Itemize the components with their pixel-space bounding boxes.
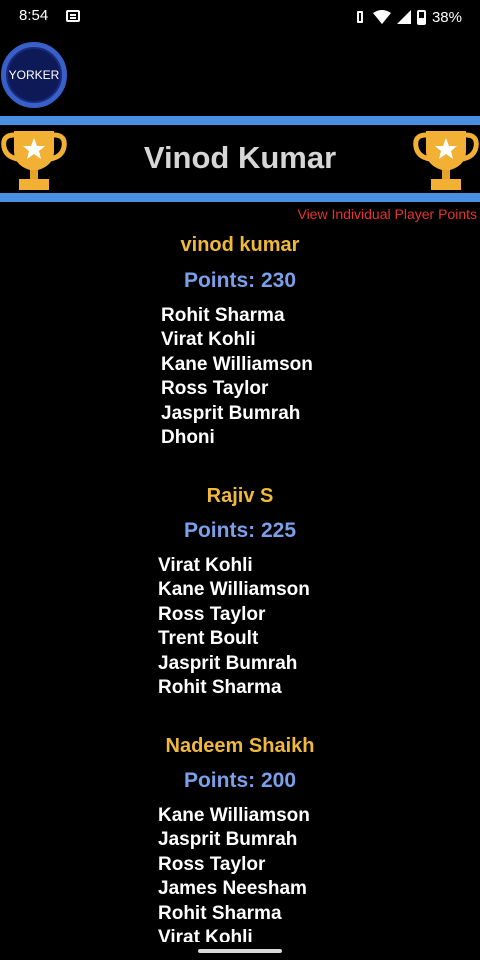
banner-stripe-bottom <box>0 193 480 202</box>
player-name: Kane Williamson <box>161 353 313 375</box>
battery-percent: 38% <box>431 8 462 26</box>
view-individual-points-link[interactable]: View Individual Player Points <box>297 206 477 222</box>
banner-stripe-top <box>0 116 480 125</box>
header-banner: Vinod Kumar <box>0 116 480 202</box>
player-list: Kane Williamson Jasprit Bumrah Ross Tayl… <box>158 804 310 942</box>
signal-icon <box>396 10 411 24</box>
points-value: 225 <box>260 519 297 542</box>
player-name: Virat Kohli <box>158 926 253 942</box>
wifi-icon <box>372 10 391 24</box>
player-name: James Neesham <box>158 878 307 900</box>
team-owner-name: vinod kumar <box>180 234 300 256</box>
player-name: Kane Williamson <box>158 805 310 826</box>
points-prefix: Points: <box>183 519 261 542</box>
player-name: Rohit Sharma <box>158 676 282 698</box>
status-time: 8:54 <box>19 7 49 24</box>
points-label: Points: 225 <box>0 519 480 543</box>
team-owner-name: Rajiv S <box>206 485 274 507</box>
trophy-icon <box>413 131 479 190</box>
player-name: Virat Kohli <box>161 329 256 351</box>
points-prefix: Points: <box>183 269 261 292</box>
player-name: Dhoni <box>161 426 215 448</box>
player-name: Trent Boult <box>158 628 259 650</box>
player-name: Rohit Sharma <box>161 305 285 326</box>
battery-icon <box>416 9 426 25</box>
player-name: Jasprit Bumrah <box>161 402 301 424</box>
player-name: Rohit Sharma <box>158 902 282 924</box>
player-name: Virat Kohli <box>158 555 253 576</box>
vibrate-icon <box>353 10 367 24</box>
status-icons: 38% <box>353 7 462 27</box>
points-label: Points: 230 <box>0 269 480 293</box>
player-name: Kane Williamson <box>158 579 310 601</box>
points-label: Points: 200 <box>0 769 480 793</box>
player-list: Virat Kohli Kane Williamson Ross Taylor … <box>158 554 310 700</box>
logo-text: YORKER <box>8 68 60 82</box>
points-value: 200 <box>260 769 297 792</box>
page-title: Vinod Kumar <box>143 140 337 175</box>
team-owner-name: Nadeem Shaikh <box>165 735 315 757</box>
points-prefix: Points: <box>183 769 261 792</box>
app-logo[interactable]: YORKER <box>1 42 67 108</box>
player-name: Jasprit Bumrah <box>158 829 298 851</box>
player-name: Ross Taylor <box>158 853 266 875</box>
notification-icon <box>66 10 80 22</box>
leaderboard-list[interactable]: vinod kumar Points: 230 Rohit Sharma Vir… <box>0 228 480 942</box>
player-name: Jasprit Bumrah <box>158 652 298 674</box>
player-name: Ross Taylor <box>158 603 266 625</box>
status-bar: 8:54 38% <box>0 0 480 34</box>
points-value: 230 <box>260 269 297 292</box>
gesture-nav-handle[interactable] <box>198 949 282 953</box>
player-list: Rohit Sharma Virat Kohli Kane Williamson… <box>161 304 313 450</box>
player-name: Ross Taylor <box>161 378 269 400</box>
